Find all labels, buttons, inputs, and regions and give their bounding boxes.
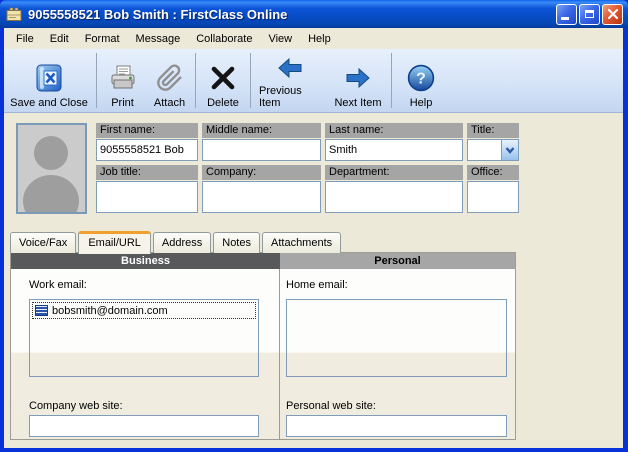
menu-help[interactable]: Help <box>300 30 339 48</box>
maximize-icon <box>585 10 594 18</box>
delete-x-icon <box>210 61 236 95</box>
toolbar-separator <box>391 53 392 108</box>
print-icon <box>108 61 138 95</box>
menu-collaborate[interactable]: Collaborate <box>188 30 260 48</box>
first-name-label: First name: <box>96 123 198 138</box>
maximize-button[interactable] <box>579 4 600 25</box>
title-dropdown[interactable] <box>467 139 519 161</box>
help-icon: ? <box>407 61 435 95</box>
print-button[interactable]: Print <box>99 49 146 112</box>
delete-button[interactable]: Delete <box>198 49 248 112</box>
help-button[interactable]: ? Help <box>394 49 448 112</box>
attach-button[interactable]: Attach <box>146 49 193 112</box>
personal-web-site-label: Personal web site: <box>286 400 376 412</box>
toolbar-separator <box>195 53 196 108</box>
save-and-close-label: Save and Close <box>10 97 88 109</box>
tab-email-url[interactable]: Email/URL <box>78 231 151 254</box>
print-label: Print <box>111 97 134 109</box>
menu-bar: File Edit Format Message Collaborate Vie… <box>4 28 623 49</box>
title-label: Title: <box>467 123 519 138</box>
first-name-input[interactable] <box>96 139 198 161</box>
work-email-value: bobsmith@domain.com <box>52 305 168 317</box>
menu-view[interactable]: View <box>260 30 300 48</box>
company-web-site-label: Company web site: <box>29 400 123 412</box>
next-item-button[interactable]: Next Item <box>327 49 389 112</box>
tab-notes[interactable]: Notes <box>213 232 260 253</box>
window-body: File Edit Format Message Collaborate Vie… <box>4 28 623 448</box>
delete-label: Delete <box>207 97 239 109</box>
minimize-button[interactable] <box>556 4 577 25</box>
arrow-right-icon <box>345 61 371 95</box>
toolbar: Save and Close Print <box>4 49 623 113</box>
contact-card-icon <box>6 6 22 22</box>
work-email-listbox[interactable]: bobsmith@domain.com <box>29 299 259 377</box>
paperclip-icon <box>156 61 184 95</box>
app-window: 9055558521 Bob Smith : FirstClass Online… <box>0 0 628 452</box>
menu-message[interactable]: Message <box>128 30 189 48</box>
column-divider <box>279 269 280 439</box>
company-input[interactable] <box>202 181 321 213</box>
middle-name-label: Middle name: <box>202 123 321 138</box>
last-name-input[interactable] <box>325 139 463 161</box>
personal-web-site-input[interactable] <box>286 415 507 437</box>
contact-photo-placeholder[interactable] <box>16 123 87 214</box>
office-input[interactable] <box>467 181 519 213</box>
home-email-listbox[interactable] <box>286 299 507 377</box>
save-and-close-icon <box>35 61 63 95</box>
company-web-site-input[interactable] <box>29 415 259 437</box>
menu-format[interactable]: Format <box>77 30 128 48</box>
toolbar-separator <box>96 53 97 108</box>
svg-text:?: ? <box>416 71 426 88</box>
personal-section-header: Personal <box>280 253 515 269</box>
business-section-header: Business <box>11 253 280 269</box>
arrow-left-icon <box>277 53 303 83</box>
save-and-close-button[interactable]: Save and Close <box>4 49 94 112</box>
tab-voice-fax[interactable]: Voice/Fax <box>10 232 76 253</box>
window-title: 9055558521 Bob Smith : FirstClass Online <box>28 7 554 22</box>
email-url-panel: Business Personal Work email: bobsmith@d… <box>10 252 516 440</box>
toolbar-separator <box>250 53 251 108</box>
section-headers: Business Personal <box>11 253 515 269</box>
close-icon <box>607 8 619 20</box>
title-dropdown-value <box>468 140 501 160</box>
home-email-label: Home email: <box>286 279 348 291</box>
menu-file[interactable]: File <box>8 30 42 48</box>
email-address-icon <box>35 305 48 316</box>
company-label: Company: <box>202 165 321 180</box>
last-name-label: Last name: <box>325 123 463 138</box>
attach-label: Attach <box>154 97 185 109</box>
previous-item-label: Previous Item <box>259 85 321 109</box>
work-email-label: Work email: <box>29 279 87 291</box>
person-silhouette-icon <box>18 125 85 212</box>
contact-fields-grid: First name: Middle name: Last name: Titl… <box>96 123 520 213</box>
department-input[interactable] <box>325 181 463 213</box>
job-title-label: Job title: <box>96 165 198 180</box>
title-bar[interactable]: 9055558521 Bob Smith : FirstClass Online <box>0 0 628 28</box>
middle-name-input[interactable] <box>202 139 321 161</box>
job-title-input[interactable] <box>96 181 198 213</box>
work-email-entry[interactable]: bobsmith@domain.com <box>32 302 256 319</box>
previous-item-button[interactable]: Previous Item <box>253 49 327 112</box>
help-label: Help <box>410 97 433 109</box>
next-item-label: Next Item <box>334 97 381 109</box>
tab-attachments[interactable]: Attachments <box>262 232 341 253</box>
menu-edit[interactable]: Edit <box>42 30 77 48</box>
dropdown-button[interactable] <box>501 140 518 160</box>
department-label: Department: <box>325 165 463 180</box>
office-label: Office: <box>467 165 519 180</box>
minimize-icon <box>561 17 569 20</box>
close-button[interactable] <box>602 4 623 25</box>
tab-strip: Voice/Fax Email/URL Address Notes Attach… <box>10 229 343 253</box>
chevron-down-icon <box>504 145 516 155</box>
tab-address[interactable]: Address <box>153 232 211 253</box>
